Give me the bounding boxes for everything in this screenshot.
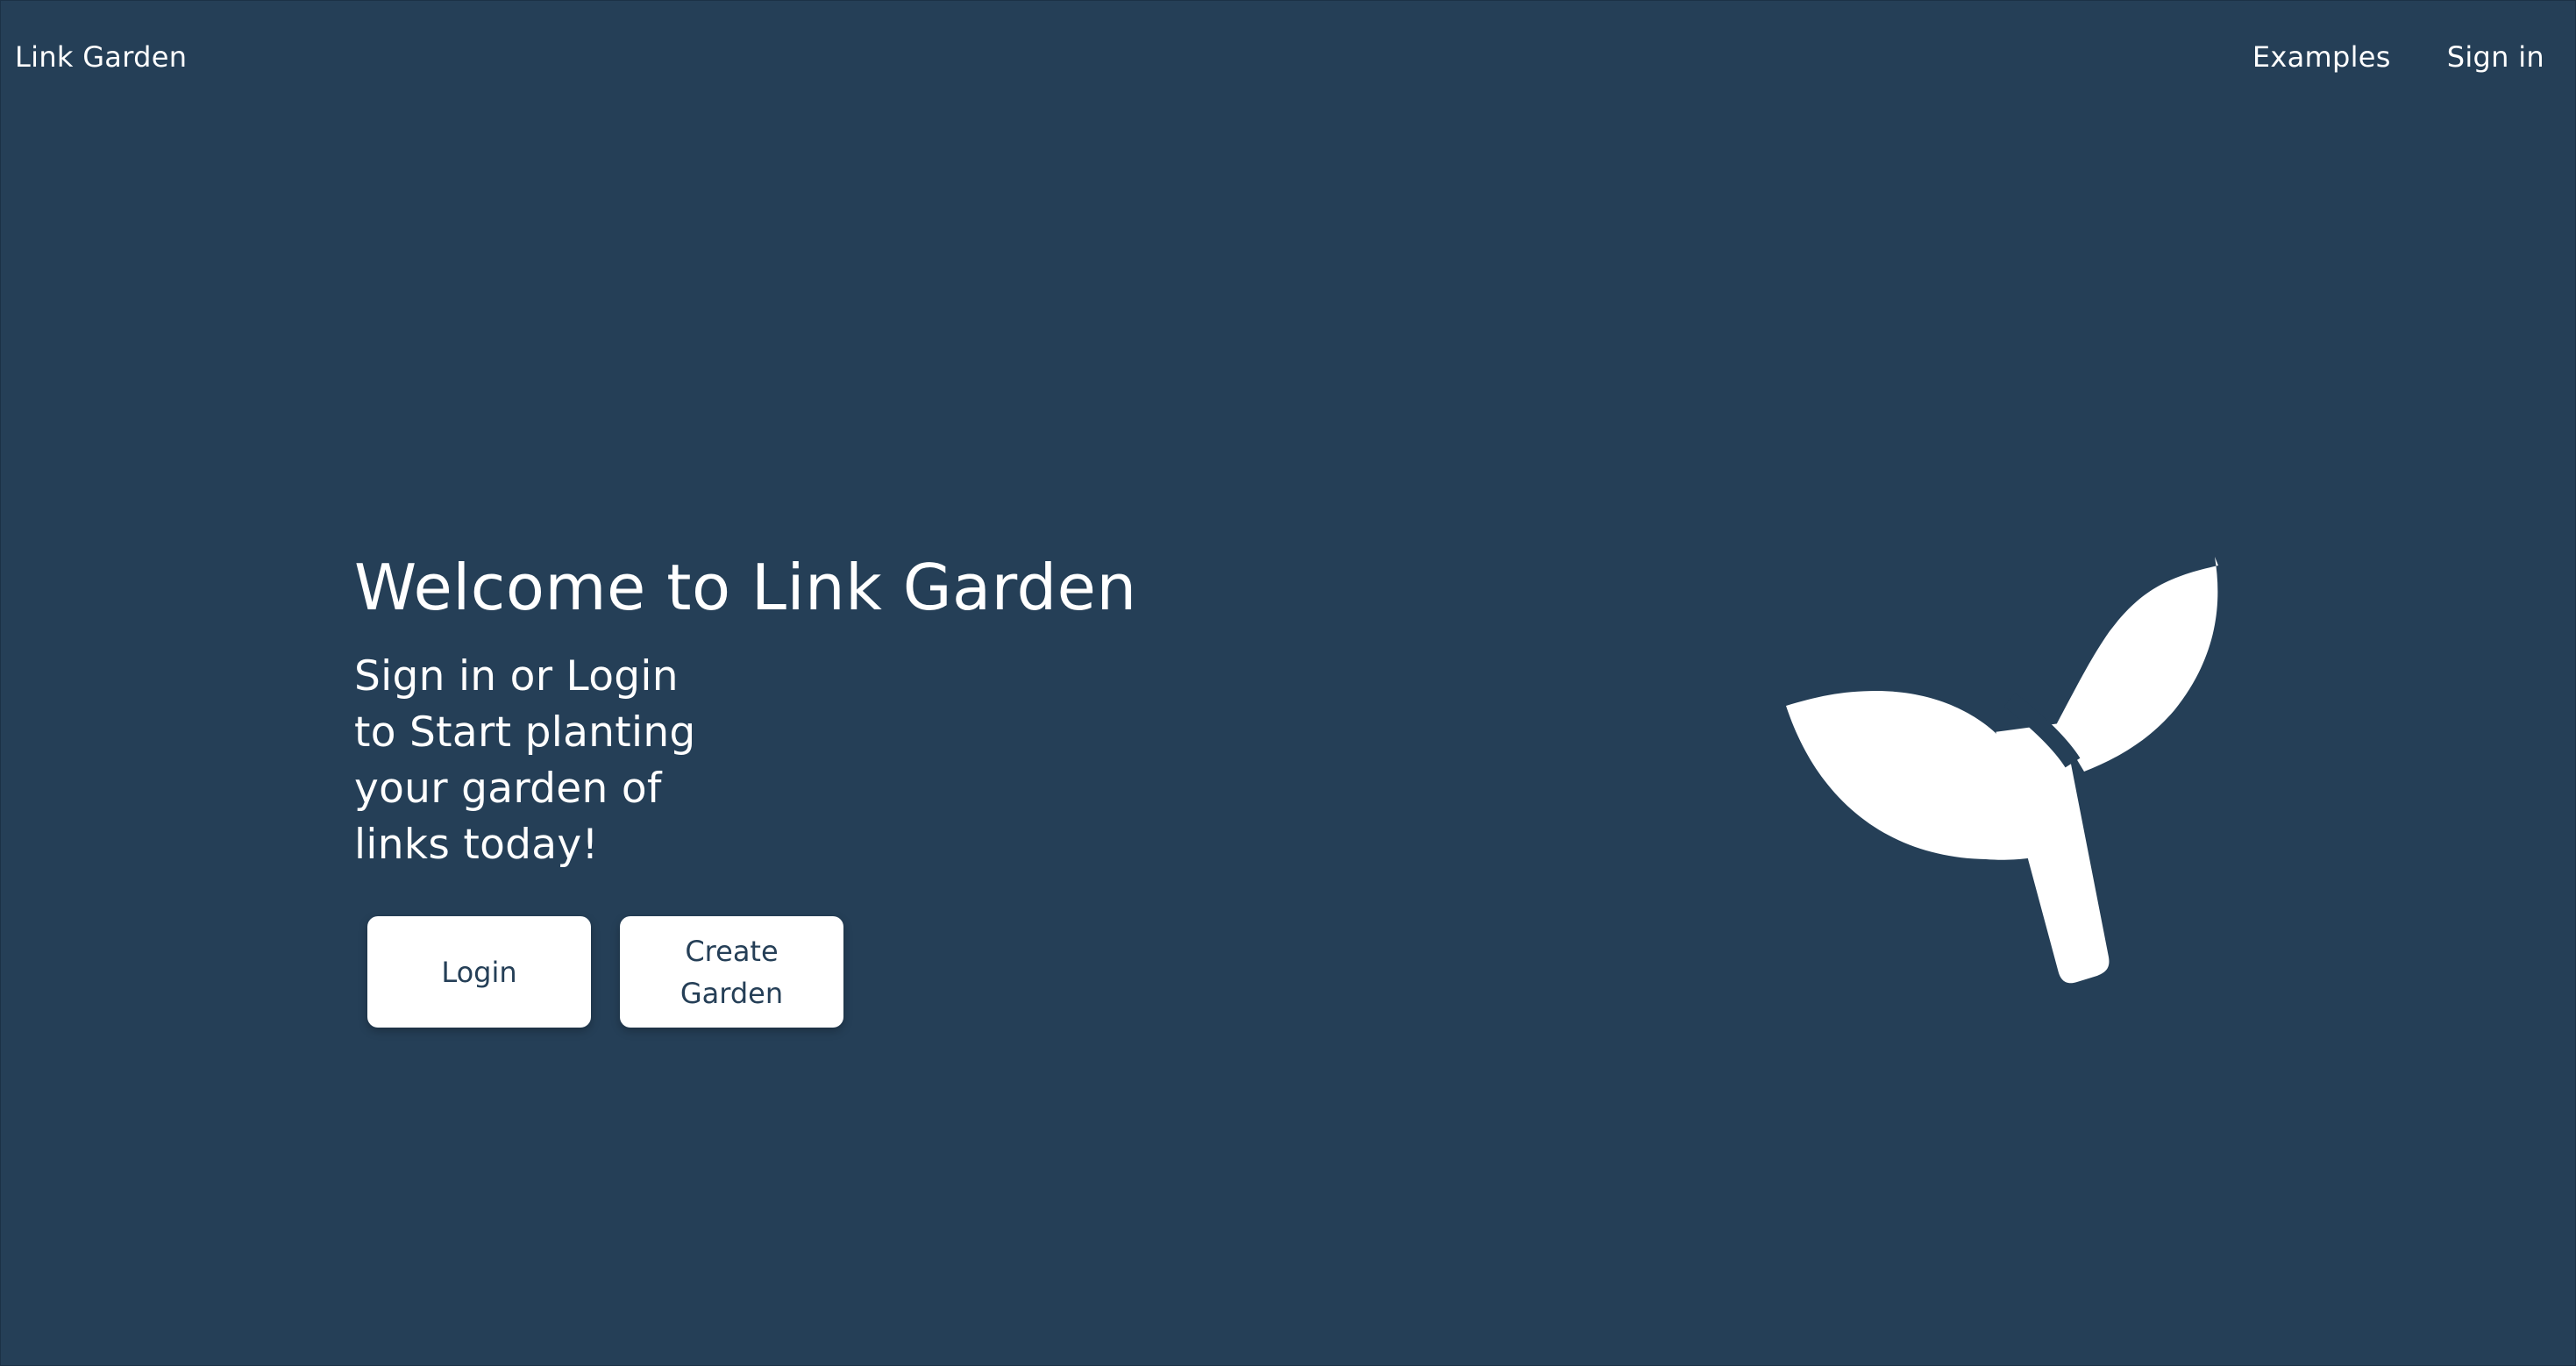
hero-subtitle-line: your garden of (354, 765, 662, 813)
hero-subtitle-line: Sign in or Login (354, 652, 679, 701)
hero-subtitle-line: links today! (354, 821, 599, 869)
hero-subtitle-line: to Start planting (354, 708, 696, 757)
login-button[interactable]: Login (367, 916, 591, 1028)
hero-subtitle: Sign in or Login to Start planting your … (354, 649, 740, 873)
top-nav: Examples Sign in (2252, 37, 2544, 77)
sprout-icon (1786, 557, 2218, 984)
nav-link-sign-in[interactable]: Sign in (2447, 37, 2544, 77)
brand-link[interactable]: Link Garden (15, 37, 187, 77)
hero-title: Welcome to Link Garden (354, 551, 1137, 624)
create-garden-button[interactable]: Create Garden (620, 916, 843, 1028)
nav-link-examples[interactable]: Examples (2252, 37, 2391, 77)
